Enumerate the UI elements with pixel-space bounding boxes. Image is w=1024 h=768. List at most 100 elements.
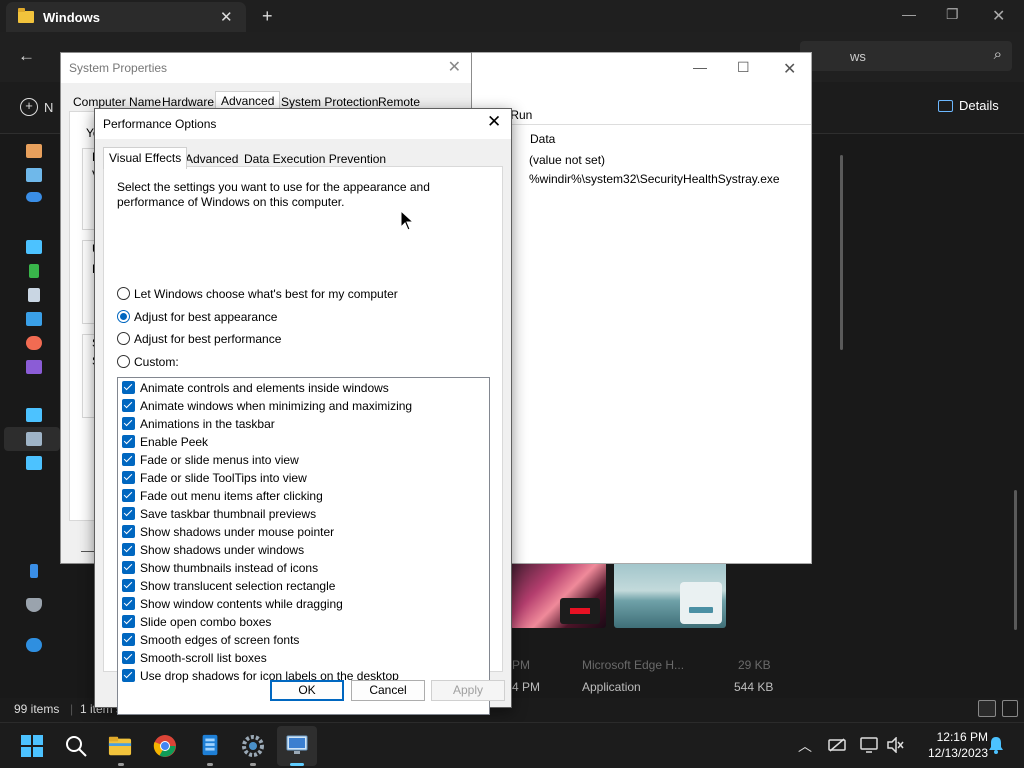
running-indicator bbox=[118, 763, 124, 766]
effect-label: Enable Peek bbox=[140, 435, 209, 449]
effect-label: Show shadows under windows bbox=[140, 543, 305, 557]
display-icon[interactable] bbox=[860, 737, 878, 753]
pictures-icon[interactable] bbox=[26, 312, 42, 326]
downloads-icon[interactable] bbox=[29, 264, 39, 278]
checkbox-checked[interactable] bbox=[122, 579, 135, 592]
desktop-icon[interactable] bbox=[26, 240, 42, 254]
checkbox-checked[interactable] bbox=[122, 453, 135, 466]
system-properties-icon[interactable] bbox=[285, 733, 309, 757]
radio-button[interactable] bbox=[117, 355, 130, 368]
volume-muted-icon[interactable] bbox=[886, 737, 904, 753]
effect-label: Fade or slide menus into view bbox=[140, 453, 299, 467]
restore-icon[interactable]: ❐ bbox=[946, 6, 959, 23]
radio-label: Adjust for best performance bbox=[134, 332, 282, 346]
effect-label: Show window contents while dragging bbox=[140, 597, 343, 611]
file-row[interactable] bbox=[510, 676, 840, 698]
clock-date: 12/13/2023 bbox=[927, 746, 988, 760]
checkbox-checked[interactable] bbox=[122, 633, 135, 646]
effect-label: Fade out menu items after clicking bbox=[140, 489, 323, 503]
videos-icon[interactable] bbox=[26, 360, 42, 374]
radio-button[interactable] bbox=[117, 287, 130, 300]
details-button[interactable]: Details bbox=[938, 98, 999, 113]
file-size: 544 KB bbox=[734, 680, 774, 694]
checkbox-checked[interactable] bbox=[122, 651, 135, 664]
ok-button[interactable]: OK bbox=[270, 680, 344, 701]
regedit-address-bar[interactable]: \Run bbox=[471, 105, 811, 125]
tiles-view-icon[interactable] bbox=[1002, 700, 1018, 717]
checkbox-checked[interactable] bbox=[122, 561, 135, 574]
tab-hardware[interactable]: Hardware bbox=[162, 95, 214, 109]
regedit-maximize-icon[interactable]: ☐ bbox=[737, 59, 750, 76]
app-icon[interactable] bbox=[198, 733, 222, 757]
registry-editor-window: — ☐ ✕ \Run Data (value not set) %windir%… bbox=[470, 52, 812, 564]
this-pc-icon[interactable] bbox=[26, 408, 42, 422]
checkbox-checked[interactable] bbox=[122, 381, 135, 394]
apply-button[interactable]: Apply bbox=[431, 680, 505, 701]
settings-icon[interactable] bbox=[241, 734, 265, 758]
onedrive-icon[interactable] bbox=[26, 192, 42, 202]
tab-close-icon[interactable]: ✕ bbox=[220, 8, 233, 26]
notification-bell-icon[interactable] bbox=[988, 736, 1004, 754]
new-tab-button[interactable]: + bbox=[262, 6, 273, 27]
folder-icon bbox=[18, 8, 34, 23]
tab-advanced[interactable]: Advanced bbox=[185, 152, 238, 166]
network-icon[interactable] bbox=[26, 456, 42, 470]
perf-title: Performance Options bbox=[103, 117, 217, 131]
tab-computer-name[interactable]: Computer Name bbox=[73, 95, 161, 109]
details-view-icon[interactable] bbox=[978, 700, 996, 717]
pin-icon[interactable] bbox=[30, 564, 38, 578]
search-input[interactable]: ws ⌕ bbox=[800, 41, 1012, 71]
checkbox-checked[interactable] bbox=[122, 507, 135, 520]
start-icon[interactable] bbox=[20, 734, 44, 758]
radio-button[interactable] bbox=[117, 332, 130, 345]
chrome-icon[interactable] bbox=[153, 734, 177, 758]
radio-button-selected[interactable] bbox=[117, 310, 130, 323]
registry-value-default[interactable]: (value not set) bbox=[529, 153, 605, 167]
explorer-scrollbar[interactable] bbox=[840, 155, 843, 350]
checkbox-checked[interactable] bbox=[122, 435, 135, 448]
file-explorer-icon[interactable] bbox=[108, 734, 132, 758]
effect-label: Show translucent selection rectangle bbox=[140, 579, 336, 593]
tab-data-execution-prevention[interactable]: Data Execution Prevention bbox=[244, 152, 386, 166]
gallery-icon[interactable] bbox=[26, 168, 42, 182]
explorer-tab[interactable]: Windows ✕ bbox=[6, 2, 246, 32]
checkbox-checked[interactable] bbox=[122, 489, 135, 502]
checkbox-checked[interactable] bbox=[122, 399, 135, 412]
visual-effects-list[interactable]: Animate controls and elements inside win… bbox=[117, 377, 490, 715]
back-arrow-icon[interactable]: ← bbox=[18, 46, 35, 66]
search-icon[interactable] bbox=[64, 734, 88, 758]
sysprops-close-icon[interactable]: ✕ bbox=[448, 57, 461, 77]
checkbox-checked[interactable] bbox=[122, 615, 135, 628]
music-icon[interactable] bbox=[26, 336, 42, 350]
system-clock[interactable]: 12:16 PM 12/13/2023 bbox=[912, 729, 988, 761]
registry-value-securityhealth[interactable]: %windir%\system32\SecurityHealthSystray.… bbox=[529, 172, 780, 186]
perf-close-icon[interactable]: ✕ bbox=[487, 112, 501, 132]
column-header-data[interactable]: Data bbox=[511, 126, 811, 150]
tab-system-protection[interactable]: System Protection bbox=[281, 95, 378, 109]
tab-visual-effects[interactable]: Visual Effects bbox=[103, 147, 188, 169]
drive-icon[interactable] bbox=[26, 432, 42, 446]
content-scrollbar[interactable] bbox=[1014, 490, 1017, 630]
tab-remote[interactable]: Remote bbox=[378, 95, 420, 109]
checkbox-checked[interactable] bbox=[122, 417, 135, 430]
regedit-close-icon[interactable]: ✕ bbox=[783, 59, 796, 79]
network-icon[interactable] bbox=[828, 738, 846, 752]
effect-label: Smooth-scroll list boxes bbox=[140, 651, 267, 665]
checkbox-checked[interactable] bbox=[122, 543, 135, 556]
new-icon[interactable]: + bbox=[20, 98, 38, 116]
effect-label: Show shadows under mouse pointer bbox=[140, 525, 335, 539]
cancel-button[interactable]: Cancel bbox=[351, 680, 425, 701]
checkbox-checked[interactable] bbox=[122, 471, 135, 484]
close-icon[interactable]: ✕ bbox=[992, 6, 1005, 26]
documents-icon[interactable] bbox=[28, 288, 40, 302]
checkbox-checked[interactable] bbox=[122, 525, 135, 538]
checkbox-checked[interactable] bbox=[122, 597, 135, 610]
regedit-minimize-icon[interactable]: — bbox=[693, 59, 707, 75]
chevron-up-icon[interactable]: ︿ bbox=[798, 736, 812, 756]
sync-icon[interactable] bbox=[26, 638, 42, 652]
shield-icon[interactable] bbox=[26, 598, 42, 612]
minimize-icon[interactable]: — bbox=[902, 6, 916, 22]
home-icon[interactable] bbox=[26, 144, 42, 158]
file-date-faded: PM bbox=[512, 658, 530, 672]
checkbox-checked[interactable] bbox=[122, 669, 135, 682]
